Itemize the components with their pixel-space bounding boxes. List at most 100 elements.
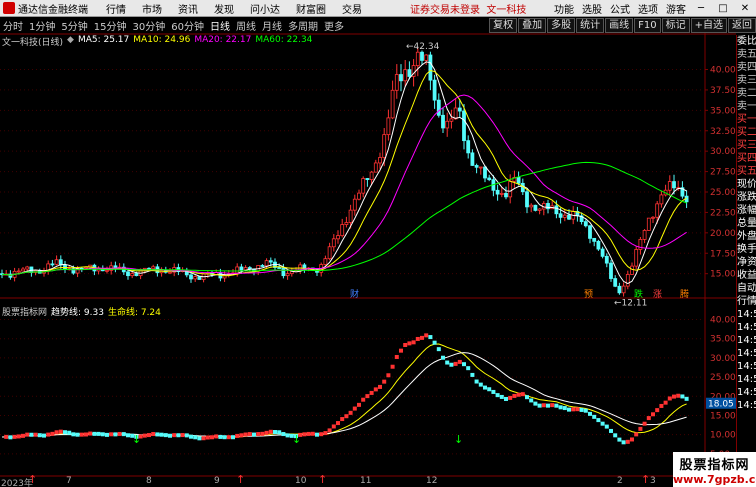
candle-body: [583, 221, 588, 227]
period-day[interactable]: 日线: [210, 18, 230, 33]
trend-block: [285, 433, 290, 438]
menu-function[interactable]: 功能: [554, 1, 574, 16]
candle-body: [340, 224, 345, 237]
trend-block: [457, 359, 462, 364]
period-30min[interactable]: 30分钟: [132, 18, 165, 33]
trend-block: [365, 394, 370, 399]
trend-block: [277, 430, 282, 435]
f10-button[interactable]: F10: [634, 18, 661, 33]
menu-item-news[interactable]: 资讯: [178, 1, 198, 16]
draw-line-button[interactable]: 画线: [605, 18, 634, 33]
trend-block: [684, 396, 689, 401]
side-panel-item: 买五: [737, 166, 756, 177]
trend-block: [466, 366, 471, 371]
trend-block: [663, 400, 668, 405]
trend-block: [42, 433, 46, 438]
candle-body: [336, 235, 340, 240]
candle-body: [537, 208, 542, 211]
maximize-icon[interactable]: □: [716, 3, 730, 14]
candle-body: [655, 203, 660, 218]
trend-block: [252, 432, 256, 437]
trend-block: [302, 432, 307, 437]
price-tick-label: 22.50: [710, 208, 736, 218]
x-label-10: 10: [295, 476, 307, 486]
back-button[interactable]: 返回: [728, 18, 756, 33]
close-icon[interactable]: ✕: [738, 3, 752, 14]
candle-body: [604, 255, 609, 264]
period-week[interactable]: 周线: [236, 18, 256, 33]
add-watchlist-button[interactable]: +自选: [690, 18, 727, 33]
x-label-year: 2023年: [1, 479, 33, 487]
menu-item-bazaar[interactable]: 市场: [142, 1, 162, 16]
multi-stock-button[interactable]: 多股: [547, 18, 576, 33]
trend-block: [63, 430, 67, 435]
candle-body: [667, 181, 672, 191]
trend-block: [109, 432, 114, 437]
mark-button[interactable]: 标记: [661, 18, 690, 33]
trend-block: [172, 433, 177, 438]
menu-item-ask[interactable]: 问小达: [250, 1, 280, 16]
candle-body: [449, 118, 454, 122]
menu-select-stock[interactable]: 选股: [582, 1, 602, 16]
candle-body: [390, 89, 395, 119]
candle-body: [63, 264, 67, 270]
side-panel-item[interactable]: 自动: [737, 282, 756, 295]
trend-block: [394, 354, 399, 359]
event-marker: 涨: [653, 289, 662, 300]
trend-block: [667, 396, 672, 401]
trend-block: [533, 401, 538, 406]
candle-body: [609, 262, 613, 279]
candle-body: [613, 278, 618, 287]
login-notice[interactable]: 证券交易未登录 文一科技: [410, 1, 526, 16]
trend-block: [235, 433, 240, 438]
menu-formula[interactable]: 公式: [610, 1, 630, 16]
trend-block: [226, 435, 231, 440]
life-line-value: 生命线: 7.24: [107, 308, 161, 318]
period-15min[interactable]: 15分钟: [94, 18, 127, 33]
period-1min[interactable]: 1分钟: [29, 18, 55, 33]
minimize-icon[interactable]: ─: [694, 3, 708, 14]
trend-block: [499, 394, 504, 399]
trend-block: [550, 403, 555, 408]
trend-block: [411, 340, 416, 345]
event-marker: 预: [584, 289, 593, 300]
kline-chart[interactable]: 40.00 37.50 35.00 32.50 30.00 27.50 25.00 22.50…: [0, 33, 736, 487]
candle-body: [508, 180, 513, 198]
trend-block: [315, 432, 319, 437]
overlay-button[interactable]: 叠加: [518, 18, 547, 33]
price-tick-label: 20.00: [710, 229, 736, 239]
menu-item-discover[interactable]: 发现: [214, 1, 234, 16]
restore-rights-button[interactable]: 复权: [489, 18, 518, 33]
trend-block: [29, 432, 34, 437]
candle-body: [394, 74, 399, 91]
ma60-line: [1, 161, 687, 276]
trend-block: [529, 398, 534, 403]
candle-body: [592, 237, 597, 242]
trend-block: [201, 436, 206, 441]
trend-block: [646, 416, 651, 421]
period-month[interactable]: 月线: [262, 18, 282, 33]
period-60min[interactable]: 60分钟: [171, 18, 204, 33]
price-tick-label: 25.00: [710, 188, 736, 198]
menu-guest[interactable]: 游客: [666, 1, 686, 16]
side-panel-item: 外盘: [737, 231, 756, 242]
trend-block: [268, 429, 273, 434]
trend-block: [71, 432, 76, 437]
trend-block: [491, 389, 496, 394]
candle-body: [323, 258, 328, 265]
candle-body: [403, 69, 408, 82]
menu-options[interactable]: 选项: [638, 1, 658, 16]
side-panel-item: 14:50: [737, 335, 756, 346]
period-tick[interactable]: 分时: [3, 18, 23, 33]
statistics-button[interactable]: 统计: [576, 18, 605, 33]
candle-body: [474, 165, 479, 168]
menu-item-wealth[interactable]: 财富圈: [296, 1, 326, 16]
menu-item-trade[interactable]: 交易: [342, 1, 362, 16]
period-5min[interactable]: 5分钟: [61, 18, 87, 33]
period-more[interactable]: 更多: [324, 18, 344, 33]
price-tick-label: 17.50: [710, 249, 736, 259]
trend-block: [155, 432, 160, 437]
period-multi[interactable]: 多周期: [288, 18, 318, 33]
sell-arrow-icon: ↓: [292, 433, 301, 446]
menu-item-market[interactable]: 行情: [106, 1, 126, 16]
